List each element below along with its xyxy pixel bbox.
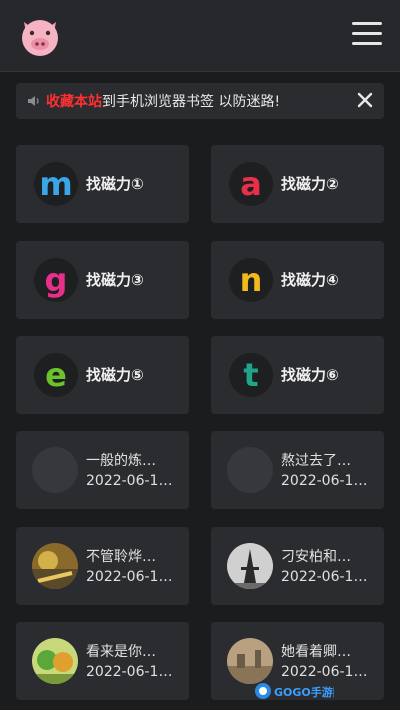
- letter-m-icon: m: [34, 162, 78, 206]
- watermark-logo: GOGO手游网: [254, 680, 344, 702]
- post-card-3[interactable]: 不管聆烨… 2022-06-1…: [16, 527, 189, 605]
- hamburger-menu-icon[interactable]: [352, 22, 382, 48]
- post-thumbnail: [227, 543, 273, 589]
- link-label: 找磁力①: [86, 175, 144, 193]
- post-card-1[interactable]: 一般的炼… 2022-06-1…: [16, 431, 189, 509]
- letter-n-icon: n: [229, 258, 273, 302]
- post-thumbnail: [227, 638, 273, 684]
- post-title: 不管聆烨…: [86, 549, 156, 565]
- post-date: 2022-06-1…: [86, 569, 173, 585]
- link-card-6[interactable]: t 找磁力⑥: [211, 336, 384, 414]
- letter-e-icon: e: [34, 353, 78, 397]
- speaker-icon: [28, 96, 39, 106]
- post-date: 2022-06-1…: [281, 473, 368, 489]
- link-label: 找磁力③: [86, 271, 144, 289]
- notice-text: 到手机浏览器书签 以防迷路!: [102, 94, 281, 110]
- post-card-5[interactable]: 看来是你… 2022-06-1…: [16, 622, 189, 700]
- post-thumbnail: [32, 447, 78, 493]
- post-title: 刁安柏和…: [281, 549, 351, 565]
- post-title: 看来是你…: [86, 644, 156, 660]
- bookmark-notice: 收藏本站 到手机浏览器书签 以防迷路!: [16, 83, 384, 119]
- link-card-2[interactable]: a 找磁力②: [211, 145, 384, 223]
- post-date: 2022-06-1…: [86, 664, 173, 680]
- link-label: 找磁力⑥: [281, 366, 339, 384]
- post-title: 熬过去了…: [281, 453, 351, 469]
- post-date: 2022-06-1…: [281, 569, 368, 585]
- link-card-5[interactable]: e 找磁力⑤: [16, 336, 189, 414]
- link-card-1[interactable]: m 找磁力①: [16, 145, 189, 223]
- post-card-2[interactable]: 熬过去了… 2022-06-1…: [211, 431, 384, 509]
- post-thumbnail: [32, 543, 78, 589]
- post-title: 一般的炼…: [86, 453, 156, 469]
- svg-text:GOGO手游网: GOGO手游网: [274, 685, 334, 699]
- notice-highlight: 收藏本站: [46, 94, 102, 110]
- post-card-4[interactable]: 刁安柏和… 2022-06-1…: [211, 527, 384, 605]
- letter-a-icon: a: [229, 162, 273, 206]
- post-date: 2022-06-1…: [86, 473, 173, 489]
- link-card-3[interactable]: g 找磁力③: [16, 241, 189, 319]
- close-icon[interactable]: [355, 90, 375, 110]
- link-label: 找磁力④: [281, 271, 339, 289]
- post-thumbnail: [32, 638, 78, 684]
- post-thumbnail: [227, 447, 273, 493]
- top-header: [0, 0, 400, 72]
- link-label: 找磁力②: [281, 175, 339, 193]
- post-title: 她看着卿…: [281, 644, 351, 660]
- letter-t-icon: t: [229, 353, 273, 397]
- letter-g-icon: g: [34, 258, 78, 302]
- pig-logo-icon[interactable]: [18, 14, 62, 58]
- link-label: 找磁力⑤: [86, 366, 144, 384]
- link-card-4[interactable]: n 找磁力④: [211, 241, 384, 319]
- post-date: 2022-06-1…: [281, 664, 368, 680]
